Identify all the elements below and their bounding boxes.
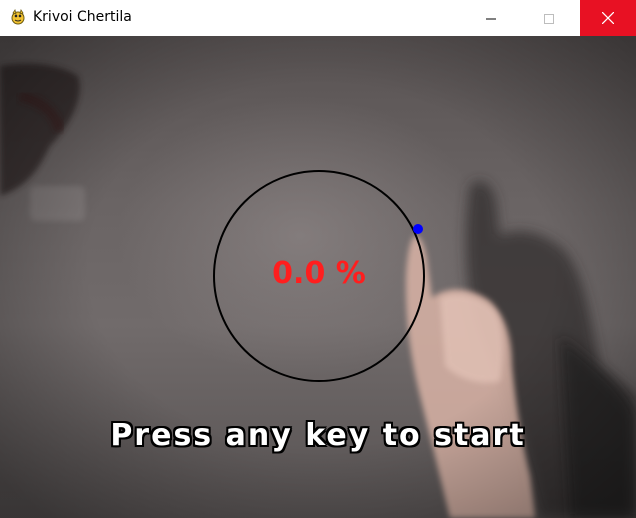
minimize-icon <box>486 9 496 28</box>
game-window: Krivoi Chertila 0.0 % Press any key to s… <box>0 0 636 518</box>
maximize-button[interactable] <box>526 0 572 36</box>
game-canvas[interactable]: 0.0 % Press any key to start <box>0 36 636 518</box>
title-bar[interactable]: Krivoi Chertila <box>0 0 636 36</box>
close-button[interactable] <box>580 0 636 36</box>
minimize-button[interactable] <box>468 0 514 36</box>
pygame-snake-icon <box>10 9 26 25</box>
close-icon <box>601 9 615 28</box>
progress-percentage: 0.0 % <box>272 256 366 291</box>
window-title: Krivoi Chertila <box>33 9 132 25</box>
maximize-icon <box>544 9 554 28</box>
start-prompt: Press any key to start <box>110 418 526 453</box>
